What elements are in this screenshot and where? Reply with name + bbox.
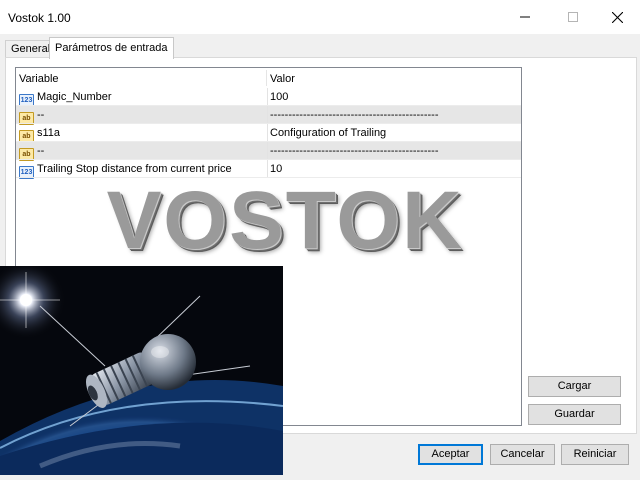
column-header-value[interactable]: Valor: [270, 70, 518, 88]
parameter-name: s11a: [37, 127, 61, 139]
cancel-button[interactable]: Cancelar: [490, 444, 555, 465]
load-button[interactable]: Cargar: [528, 376, 621, 397]
parameter-name: --: [37, 145, 45, 157]
window-title: Vostok 1.00: [8, 11, 71, 25]
table-row[interactable]: ab s11a Configuration of Trailing: [16, 124, 521, 143]
parameter-name: --: [37, 109, 45, 121]
column-header-variable[interactable]: Variable: [19, 70, 269, 88]
tab-strip: General Parámetros de entrada: [0, 34, 640, 59]
parameter-value[interactable]: 100: [270, 88, 518, 106]
parameter-name: Magic_Number: [37, 91, 112, 103]
maximize-button: [550, 0, 596, 34]
title-bar: Vostok 1.00: [0, 0, 640, 34]
minimize-icon: [520, 16, 530, 18]
parameter-value[interactable]: ----------------------------------------…: [270, 106, 518, 124]
close-icon: [611, 11, 623, 23]
accept-button[interactable]: Aceptar: [418, 444, 483, 465]
reset-button[interactable]: Reiniciar: [561, 444, 629, 465]
column-divider: [267, 124, 268, 142]
save-button[interactable]: Guardar: [528, 404, 621, 425]
parameter-name: Trailing Stop distance from current pric…: [37, 163, 232, 175]
maximize-icon: [568, 12, 578, 22]
close-button[interactable]: [594, 0, 640, 34]
satellite-earth-illustration: [0, 266, 283, 475]
column-divider: [267, 142, 268, 160]
column-divider: [267, 106, 268, 124]
parameter-value[interactable]: ----------------------------------------…: [270, 142, 518, 160]
list-header: Variable Valor: [16, 68, 521, 86]
column-divider: [267, 88, 268, 106]
minimize-button[interactable]: [502, 0, 548, 34]
tab-input-parameters[interactable]: Parámetros de entrada: [49, 37, 174, 59]
table-row[interactable]: ab -- ------------------------------------…: [16, 106, 521, 125]
spacecraft-image: [0, 266, 283, 475]
parameter-value[interactable]: Configuration of Trailing: [270, 124, 518, 142]
table-row[interactable]: ab -- ------------------------------------…: [16, 142, 521, 161]
table-row[interactable]: 123 Magic_Number 100: [16, 88, 521, 107]
vostok-watermark: VOSTOK: [106, 175, 464, 266]
